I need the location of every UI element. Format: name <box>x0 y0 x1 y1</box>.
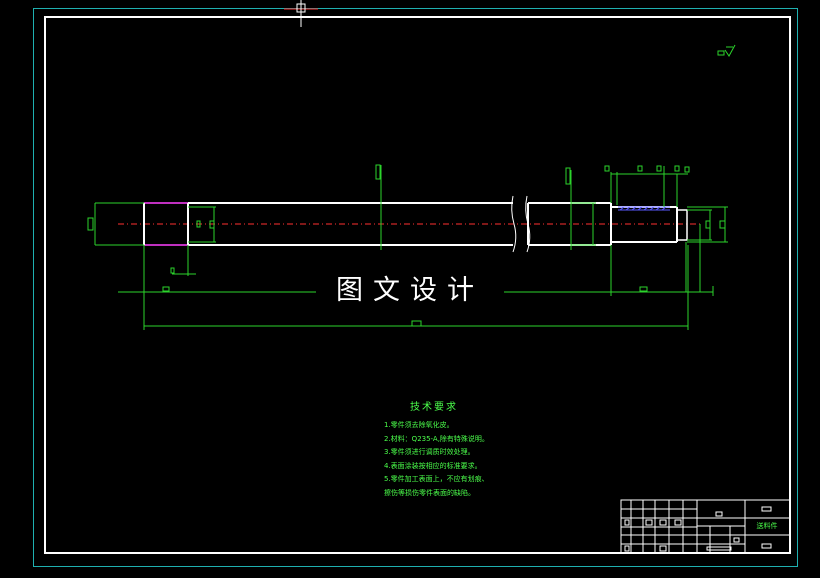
title-block-label: 送料件 <box>756 522 778 530</box>
tech-requirements: 技术要求 1.零件须去除氧化皮。 2.材料：Q235-A,除有特殊说明。 3.零… <box>384 398 489 501</box>
tech-requirement-item: 1.零件须去除氧化皮。 <box>384 421 454 429</box>
drawing-canvas: 图文设计 技术要求 1.零件须去除氧化皮。 2.材料：Q235-A,除有特殊说明… <box>0 0 820 578</box>
roughness-symbol <box>717 44 736 57</box>
tech-requirement-item: 擦伤等损伤零件表面的缺陷。 <box>384 488 475 497</box>
tech-requirement-item: 3.零件须进行调质时效处理。 <box>384 448 475 457</box>
tech-requirement-item: 2.材料：Q235-A,除有特殊说明。 <box>384 434 489 443</box>
registration-mark <box>284 0 318 27</box>
tech-requirements-title: 技术要求 <box>410 402 458 413</box>
watermark: 图文设计 <box>316 272 504 310</box>
tech-requirement-item: 5.零件加工表面上，不应有划痕、 <box>384 475 489 484</box>
thread-hatch <box>618 206 670 211</box>
tech-requirement-item: 4.表面涂装按相应的标准要求。 <box>384 461 482 470</box>
